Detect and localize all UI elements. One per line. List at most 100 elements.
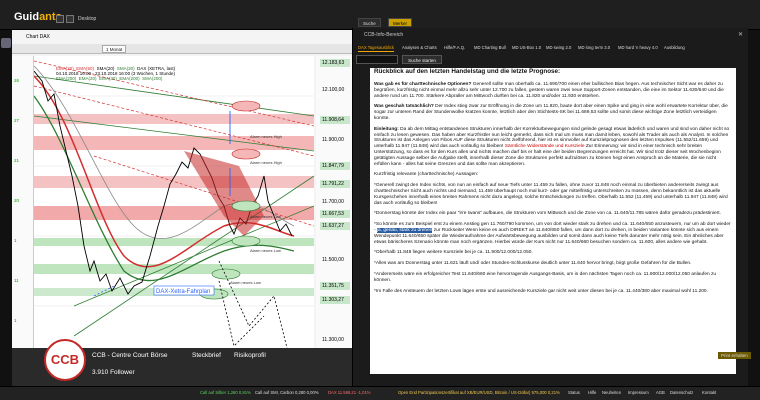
price-tag: 11.791,22 <box>320 180 350 188</box>
support-zone <box>34 238 314 246</box>
price-chart[interactable]: Alarm neues High Alarm neues High Alarm … <box>34 56 314 376</box>
price-tag: 12.183,63 <box>320 59 350 67</box>
search-input[interactable] <box>356 55 398 64</box>
left-scale-label: 20 <box>14 198 20 203</box>
app-logo[interactable]: Guidants <box>14 11 62 23</box>
ticker-item[interactable]: Open End Partizipationszertifikat auf XB… <box>398 390 560 395</box>
price-tag: 11.900,00 <box>322 137 344 143</box>
price-tag: 11.351,75 <box>320 282 350 290</box>
left-scale-label: 11 <box>14 278 19 283</box>
left-scale-label: 1 <box>14 238 17 243</box>
subtab[interactable]: DAX Tagesausblick <box>358 43 395 52</box>
price-tag: 11.300,00 <box>322 337 344 343</box>
bullet-item: *Oberhalb 11.848 liegen weitere Kursziel… <box>374 250 533 256</box>
panel-tabbar: Suche Merker <box>352 16 748 28</box>
article-paragraph: Einleitung: Da ab dem Mittag entstandene… <box>374 127 732 168</box>
ticker-item[interactable]: DAX 11.589,21 -1,01% <box>328 390 371 395</box>
price-tag: 12.100,00 <box>322 87 345 93</box>
avatar[interactable] <box>1 38 11 48</box>
price-axis: 12.183,63 12.100,00 11.908,64 11.900,00 … <box>316 56 352 376</box>
status-link[interactable]: Status <box>568 390 580 395</box>
alarm-marker[interactable] <box>231 100 261 112</box>
tab-steckbrief[interactable]: Steckbrief <box>192 352 221 359</box>
ticker-item[interactable]: Call auf SMI, Carbon 0,280 0,00% <box>255 390 319 395</box>
imprint-link[interactable]: Impressum <box>628 390 649 395</box>
ticker-item[interactable]: Call auf Silber 1,260 0,91% <box>200 390 251 395</box>
price-tag: 11.667,53 <box>320 210 350 218</box>
zone-label: Alarm neues Low <box>250 214 281 219</box>
left-scale-label: 1 <box>14 318 17 323</box>
question-label: Was gab es für charttechnische Optionen? <box>374 82 472 87</box>
bullet-item: *Donnerstag könnte der Index ein paar "i… <box>374 211 721 217</box>
bullet-item: *Generell zwingt den Index nichts, von n… <box>374 183 728 206</box>
legend-item: EMA(200) <box>119 76 140 81</box>
bullet-item: *Im Falle des Ansteuern der letzten Lows… <box>374 288 708 294</box>
subtab[interactable]: MD long term 3.0 <box>578 43 610 52</box>
follower-count: 3.910 Follower <box>92 369 135 376</box>
menu-icon[interactable] <box>56 15 64 23</box>
window-icon[interactable] <box>66 15 74 23</box>
left-scale-label: 21 <box>14 158 20 163</box>
privacy-link[interactable]: Datenschutz <box>670 390 693 395</box>
subtab[interactable]: Hilfe/F.A.Q. <box>444 43 465 52</box>
legend-item: EMA(20) <box>78 76 97 81</box>
subtab[interactable]: Ausbildung <box>664 43 685 52</box>
close-icon[interactable]: ✕ <box>738 31 743 38</box>
zone-label: Alarm neues Low <box>230 280 261 285</box>
chart-legend: EMA(20) EMA(50) SMA(20) SMA(30) DAX (XET… <box>56 66 316 82</box>
subtab[interactable]: MD US-Box 1.0 <box>512 43 541 52</box>
bullet-item: *So könnte es zum Beispiel erst zu einem… <box>374 222 732 245</box>
selected-text: ja, genau, stark zu drehen <box>376 227 433 233</box>
subtab[interactable]: MD hard 'n heavy 4.0 <box>618 43 658 52</box>
question-label: Was geschah tatsächlich? <box>374 104 434 110</box>
fahrplan-label: DAX-Xetra-Fahrplan <box>156 289 210 295</box>
price-tag: 11.637,27 <box>320 222 350 230</box>
zone-label: Alarm neues High <box>250 160 282 165</box>
article-content: Rückblick auf den letzten Handelstag und… <box>370 68 736 374</box>
search-button[interactable]: Suche starten <box>402 55 442 64</box>
legend-item: SMA(200) <box>142 76 163 81</box>
alarm-marker[interactable] <box>231 235 261 247</box>
article-paragraph: Was geschah tatsächlich? Der Index stieg… <box>374 104 732 121</box>
price-tag: 11.303,27 <box>320 296 350 304</box>
left-scale-label: 27 <box>14 118 20 123</box>
contact-link[interactable]: Kontakt <box>702 390 716 395</box>
chart-window-title: Chart DAX <box>26 34 50 40</box>
logo-main-text: Guid <box>14 11 40 23</box>
subtab[interactable]: MD Charting Bull <box>474 43 506 52</box>
print-button[interactable]: Print erhalten <box>718 352 751 359</box>
left-toolbar <box>0 30 12 386</box>
highlight-red-text: Sämtliche Widerstände und Kursziele <box>504 144 585 150</box>
bullet-item: *Andererseits wäre ein erfolgreicher Tes… <box>374 271 717 283</box>
legend-item: EMA(30) <box>99 76 117 81</box>
author-logo[interactable]: CCB <box>44 339 86 381</box>
alarm-marker[interactable] <box>231 200 261 212</box>
desktop-tab[interactable]: Desktop <box>78 16 96 22</box>
right-toolbar <box>748 30 760 386</box>
status-bar: Call auf Silber 1,260 0,91% Call auf SMI… <box>0 386 760 400</box>
alarm-marker[interactable] <box>211 268 241 280</box>
news-link[interactable]: Neuheiten <box>602 390 621 395</box>
panel-subtabs: DAX Tagesausblick Analysen & Charts Hilf… <box>356 43 746 52</box>
price-tag: 11.500,00 <box>322 257 344 263</box>
article-heading: Rückblick auf den letzten Handelstag und… <box>374 68 561 75</box>
left-scale: 26 27 21 20 1 11 1 <box>12 56 34 376</box>
price-tag: 11.908,64 <box>320 116 350 124</box>
application-window: Guidants Desktop Chart DAX 1 Monat 26 27… <box>0 0 760 400</box>
timeframe-button[interactable]: 1 Monat <box>102 45 127 53</box>
alarm-marker[interactable] <box>231 148 261 160</box>
legend-item: EMA(200) <box>56 76 77 81</box>
subtab[interactable]: MD swing 2.0 <box>546 43 571 52</box>
terms-link[interactable]: AGB <box>656 390 665 395</box>
left-scale-label: 26 <box>14 78 20 83</box>
search-row: Suche starten <box>356 55 746 65</box>
author-name[interactable]: CCB - Centre Court Börse <box>92 352 168 359</box>
tab-suche[interactable]: Suche <box>358 18 381 27</box>
subtab[interactable]: Analysen & Charts <box>402 43 437 52</box>
section-intro: Kurzfristig relevante (charttechnische) … <box>374 172 479 178</box>
help-link[interactable]: Hilfe <box>588 390 596 395</box>
tab-risikoprofil[interactable]: Risikoprofil <box>234 352 266 359</box>
tab-merker[interactable]: Merker <box>388 18 413 27</box>
zone-label: Alarm neues Low <box>250 248 281 253</box>
zone-label: Alarm neues High <box>250 134 282 139</box>
